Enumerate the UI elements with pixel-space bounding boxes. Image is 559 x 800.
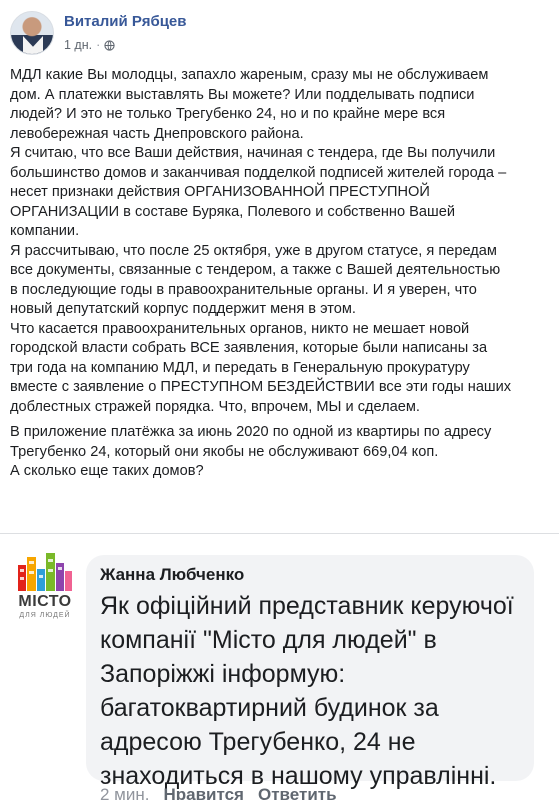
- comment-actions: 2 мин. Нравится Ответить: [100, 785, 337, 800]
- divider: [0, 533, 559, 534]
- post-body: МДЛ какие Вы молодцы, запахло жареным, с…: [10, 66, 550, 482]
- author-avatar[interactable]: [10, 11, 54, 55]
- globe-icon[interactable]: [104, 39, 115, 51]
- city-buildings-icon: [18, 553, 72, 591]
- post-header: Виталий Рябцев 1 дн. ·: [10, 8, 550, 60]
- comment-time[interactable]: 2 мин.: [100, 785, 149, 800]
- post-time[interactable]: 1 дн.: [64, 38, 92, 52]
- logo-subtext: ДЛЯ ЛЮДЕЙ: [19, 612, 71, 619]
- like-button[interactable]: Нравится: [163, 785, 244, 800]
- post-paragraph: Я рассчитываю, что после 25 октября, уже…: [10, 242, 501, 318]
- logo-text: МІСТО: [18, 593, 72, 610]
- reply-button[interactable]: Ответить: [258, 785, 337, 800]
- post-paragraph: Я считаю, что все Ваши действия, начиная…: [10, 145, 507, 239]
- comment-bubble: Жанна Любченко Як офіційний представник …: [86, 555, 534, 790]
- company-logo: МІСТО ДЛЯ ЛЮДЕЙ: [14, 551, 76, 631]
- author-name[interactable]: Виталий Рябцев: [64, 13, 187, 30]
- post-paragraph: В приложение платёжка за июнь 2020 по од…: [10, 424, 492, 479]
- comment-author[interactable]: Жанна Любченко: [100, 565, 520, 585]
- comment-text: Як офіційний представник керуючої компан…: [100, 592, 514, 790]
- post-paragraph: Что касается правоохранительных органов,…: [10, 320, 512, 415]
- post-meta: 1 дн. ·: [64, 38, 115, 52]
- attached-comment-screenshot[interactable]: МІСТО ДЛЯ ЛЮДЕЙ Жанна Любченко Як офіцій…: [0, 533, 559, 800]
- post-paragraph: МДЛ какие Вы молодцы, запахло жареным, с…: [10, 67, 489, 142]
